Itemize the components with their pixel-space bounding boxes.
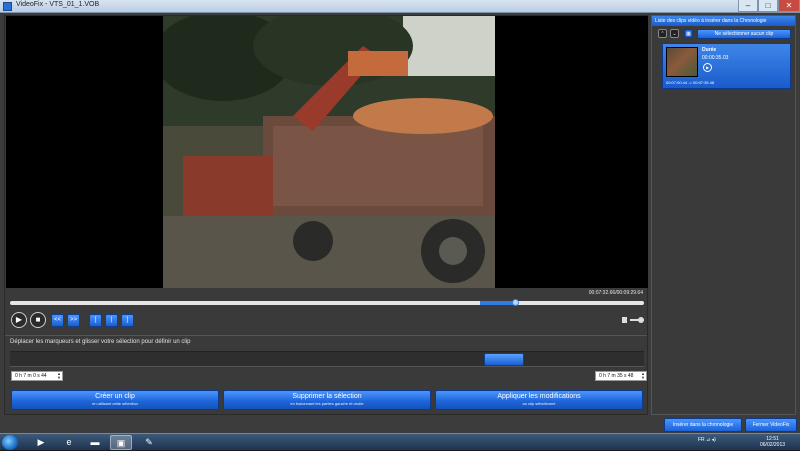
start-time-value: 0 h 7 m 0 s 44	[15, 373, 47, 379]
insert-into-timeline-button[interactable]: Insérer dans la chronologie	[664, 418, 742, 432]
delete-selection-label: Supprimer la sélection	[292, 393, 362, 400]
grid-view-icon[interactable]: ▦	[684, 29, 693, 38]
fast-forward-button[interactable]: >>	[67, 314, 80, 327]
selection-track[interactable]	[10, 351, 644, 367]
close-window-button[interactable]: ✕	[778, 0, 800, 12]
browser-icon[interactable]: e	[58, 435, 80, 450]
media-player-icon[interactable]: ▶	[30, 435, 52, 450]
app-icon	[3, 2, 12, 11]
play-button[interactable]: ▶	[11, 312, 27, 328]
apply-changes-sublabel: au clip sélectionné	[522, 401, 556, 406]
folder-icon[interactable]: ▬	[84, 435, 106, 450]
apply-changes-label: Appliquer les modifications	[497, 393, 581, 400]
video-frame	[163, 16, 495, 288]
create-clip-label: Créer un clip	[95, 393, 135, 400]
clip-duration-label: Durée	[702, 47, 717, 53]
deselect-all-button[interactable]: Ne sélectionner aucun clip	[697, 29, 791, 39]
delete-selection-sublabel: en fusionnant les parties gauche et droi…	[290, 401, 364, 406]
maximize-button[interactable]: □	[758, 0, 778, 12]
main-editor-panel: 00:07:32.66/00:09:29.64 ▶ ■ << >> [ | ] …	[4, 15, 648, 415]
video-frame-image	[163, 16, 495, 288]
speaker-icon	[622, 317, 627, 323]
video-preview[interactable]	[6, 16, 648, 288]
create-clip-button[interactable]: Créer un clip en utilisant cette sélecti…	[11, 390, 219, 410]
clock-date: 06/02/2013	[760, 442, 786, 448]
clip-list-panel: Liste des clips vidéo à insérer dans la …	[651, 15, 796, 415]
paint-icon[interactable]: ✎	[138, 435, 160, 450]
delete-selection-button[interactable]: Supprimer la sélection en fusionnant les…	[223, 390, 431, 410]
seek-thumb[interactable]	[512, 299, 520, 306]
split-marker-button[interactable]: |	[105, 314, 118, 327]
windows-taskbar: ▶ e ▬ ▣ ✎ FR ⊿ ◂) 12:51 06/02/2013	[0, 433, 800, 450]
spinner-arrows-icon[interactable]: ▲ ▼	[641, 372, 645, 380]
spinner-arrows-icon[interactable]: ▲ ▼	[57, 372, 61, 380]
selection-instruction: Déplacer les marqueurs et glisser votre …	[10, 339, 191, 345]
clip-duration-value: 00:00:35.03	[702, 55, 729, 61]
rewind-button[interactable]: <<	[51, 314, 64, 327]
mark-out-button[interactable]: ]	[121, 314, 134, 327]
start-button[interactable]	[2, 435, 18, 450]
start-time-spinner[interactable]: 0 h 7 m 0 s 44 ▲ ▼	[11, 371, 63, 381]
clip-play-icon[interactable]: ▶	[703, 63, 712, 72]
title-bar: VideoFix - VTS_01_1.VOB – □ ✕	[0, 0, 800, 13]
end-time-value: 0 h 7 m 35 s 48	[599, 373, 634, 379]
volume-knob[interactable]	[638, 317, 644, 323]
stop-button[interactable]: ■	[30, 312, 46, 328]
clock[interactable]: 12:51 06/02/2013	[760, 436, 785, 448]
close-videofix-button[interactable]: Fermer VideoFix	[745, 418, 797, 432]
divider	[5, 335, 647, 336]
selection-handle[interactable]	[484, 353, 524, 366]
window-title: VideoFix - VTS_01_1.VOB	[16, 1, 100, 8]
move-down-button[interactable]: ⌄	[670, 29, 679, 38]
clip-time-range: 00:07:00.44 -> 00:07:35.48	[666, 80, 715, 85]
timecode-display: 00:07:32.66/00:09:29.64	[588, 290, 643, 296]
mark-in-button[interactable]: [	[89, 314, 102, 327]
create-clip-sublabel: en utilisant cette sélection	[92, 401, 138, 406]
volume-control[interactable]	[622, 315, 644, 325]
videofix-window: VideoFix - VTS_01_1.VOB – □ ✕ 00:07:32.6…	[0, 0, 800, 433]
clip-list-item[interactable]: Durée 00:00:35.03 ▶ 00:07:00.44 -> 00:07…	[662, 43, 791, 89]
minimize-button[interactable]: –	[738, 0, 758, 12]
apply-changes-button[interactable]: Appliquer les modifications au clip séle…	[435, 390, 643, 410]
seek-bar[interactable]	[10, 299, 644, 306]
videofix-taskbar-icon[interactable]: ▣	[110, 435, 132, 450]
end-time-spinner[interactable]: 0 h 7 m 35 s 48 ▲ ▼	[595, 371, 647, 381]
clip-list-header: Liste des clips vidéo à insérer dans la …	[652, 16, 795, 26]
system-tray[interactable]: FR ⊿ ◂)	[698, 437, 716, 443]
move-up-button[interactable]: ⌃	[658, 29, 667, 38]
clip-thumbnail	[666, 47, 698, 77]
